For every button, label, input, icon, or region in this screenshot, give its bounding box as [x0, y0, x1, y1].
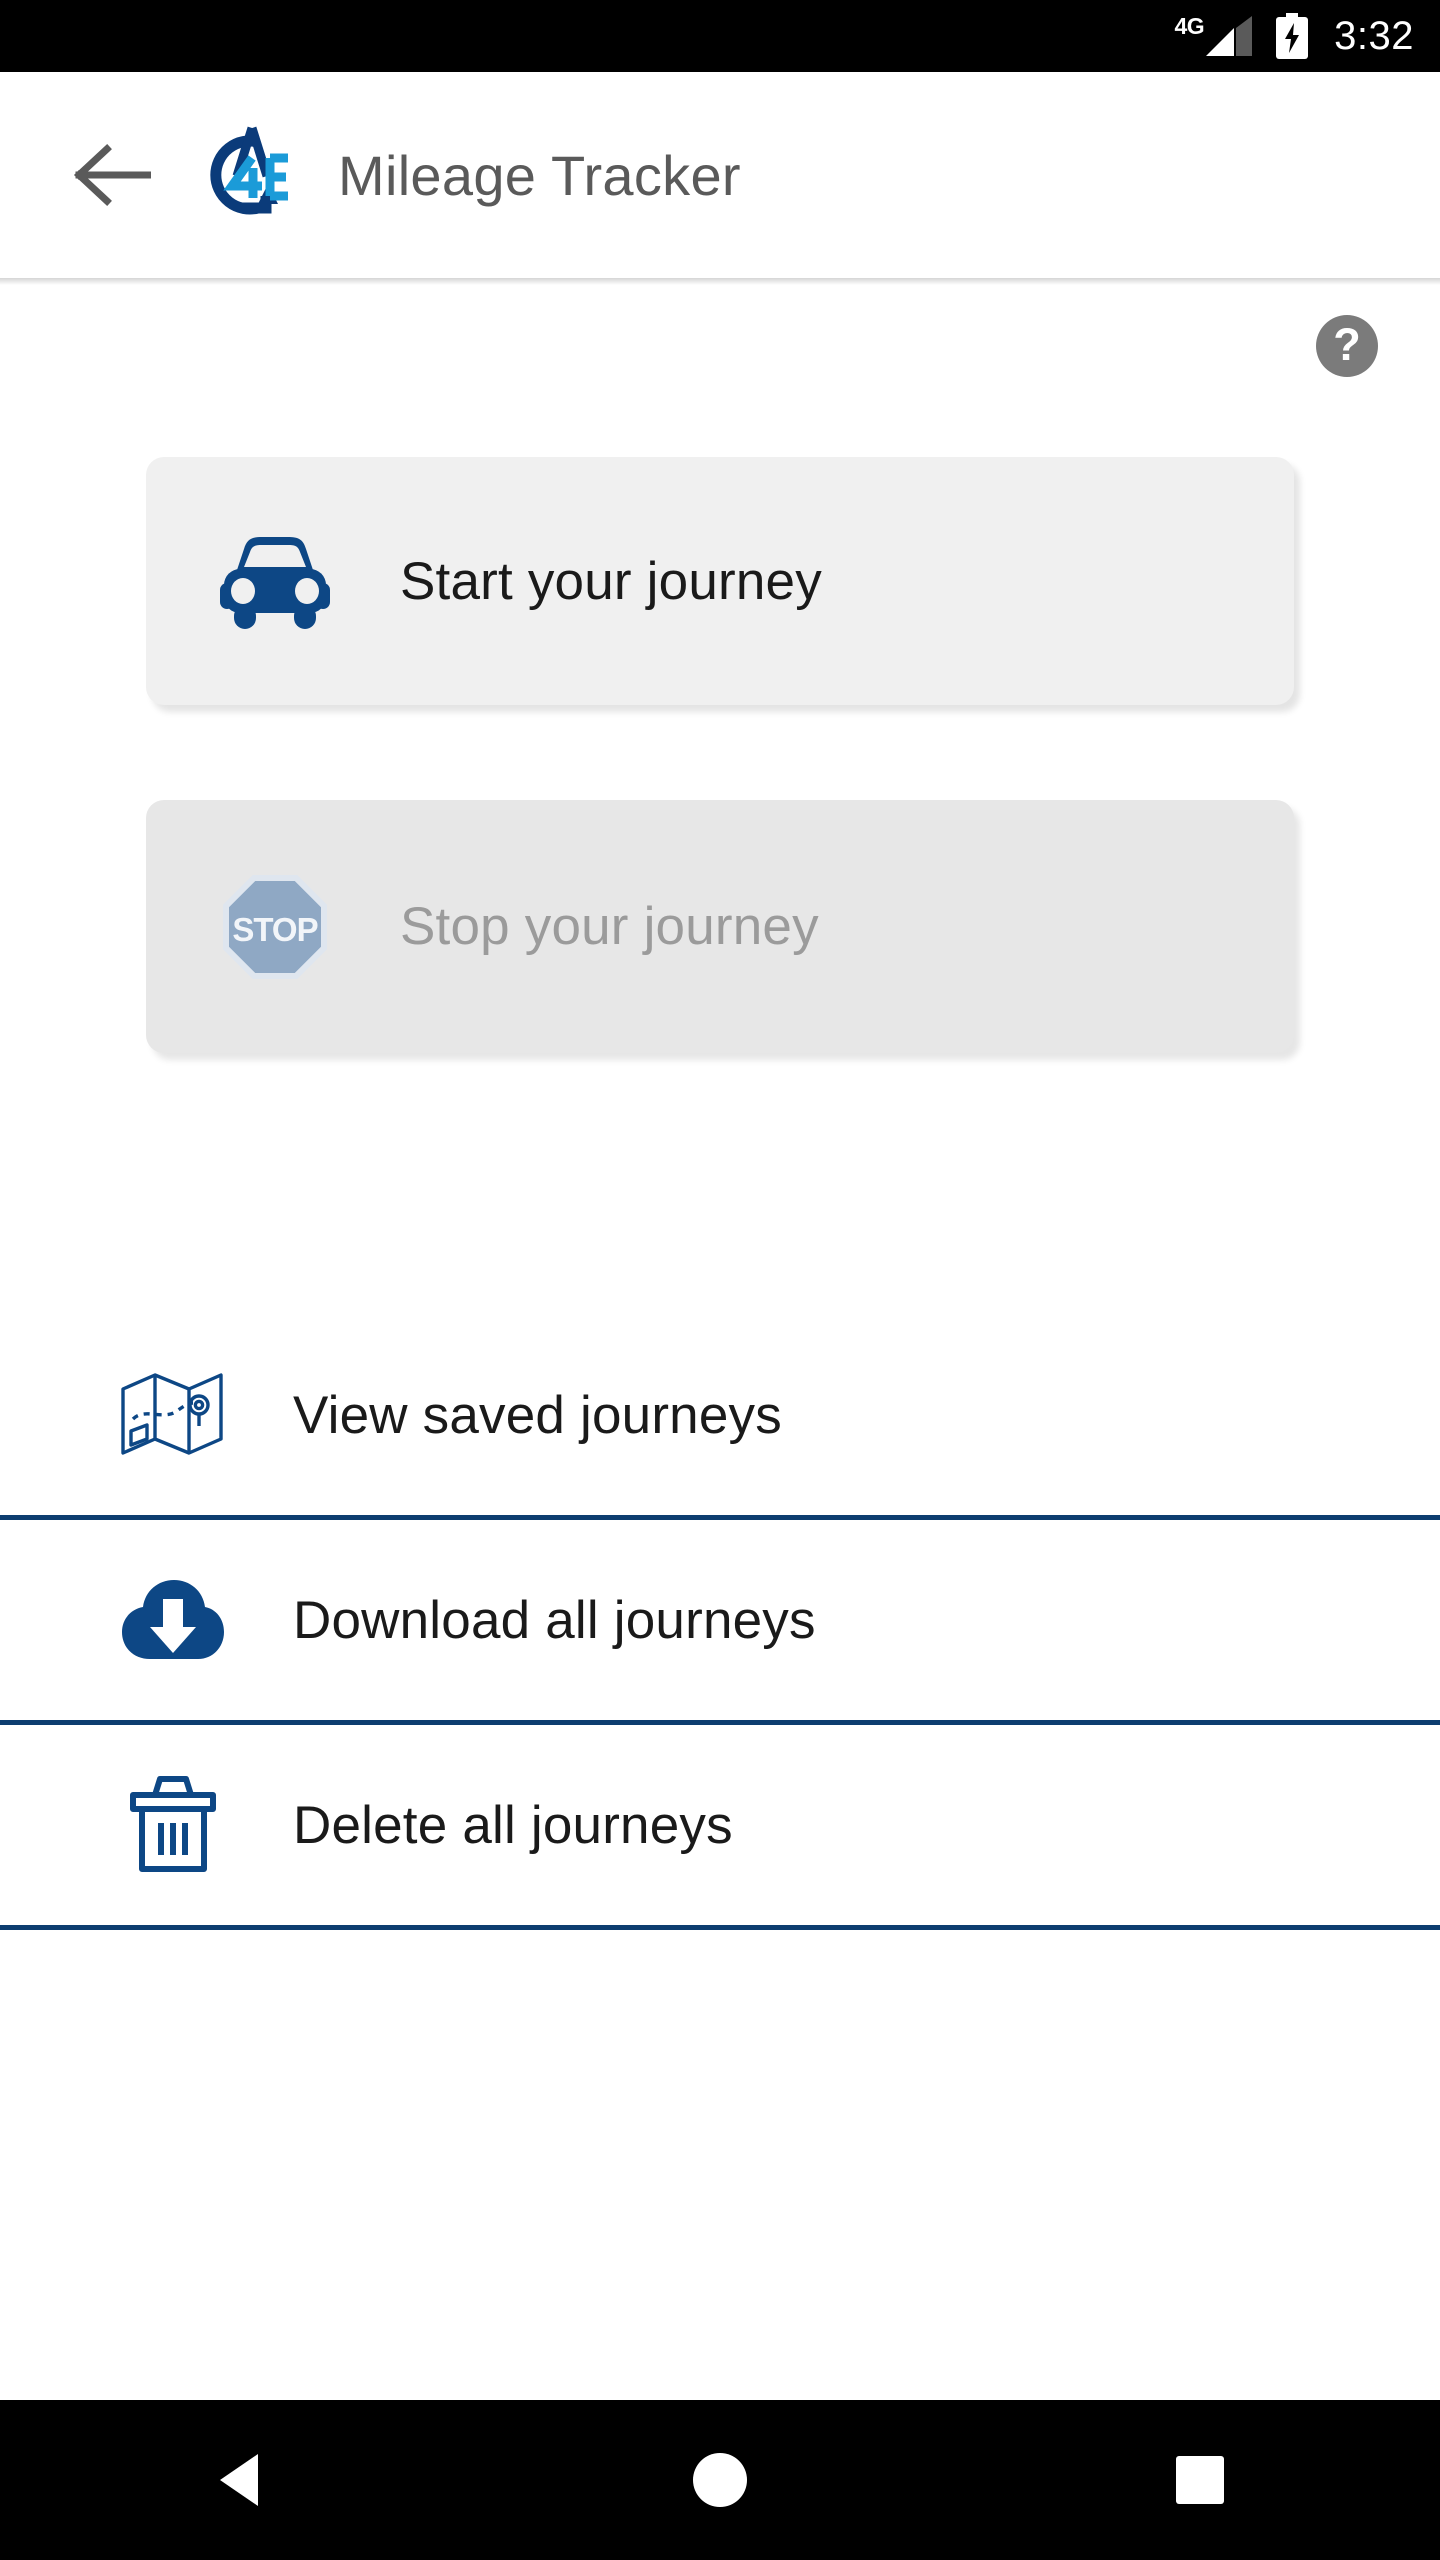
battery-charging-icon [1276, 13, 1309, 59]
nav-back-icon [220, 2454, 258, 2506]
svg-text:STOP: STOP [232, 911, 317, 948]
help-circle-icon: ? [1333, 319, 1361, 370]
back-arrow-icon [74, 144, 151, 206]
map-icon [118, 1369, 228, 1461]
nav-back-button[interactable] [0, 2400, 480, 2560]
nav-recents-icon [1176, 2456, 1224, 2504]
signal-bars-icon [1206, 16, 1253, 56]
stop-journey-label: Stop your journey [400, 897, 819, 956]
list-item-label: View saved journeys [293, 1385, 782, 1445]
status-bar: 4G 3:32 [0, 0, 1440, 72]
start-journey-card[interactable]: Start your journey [146, 457, 1294, 705]
cloud-download-icon [118, 1577, 228, 1663]
list-item-delete-all-journeys[interactable]: Delete all journeys [0, 1725, 1440, 1925]
stop-sign-icon: STOP [210, 874, 340, 979]
clock-label: 3:32 [1334, 14, 1414, 58]
nav-home-button[interactable] [480, 2400, 960, 2560]
a4e-logo-icon [196, 121, 292, 229]
phone-screen: 4G 3:32 Mileage Tracker ? Start your jou… [0, 0, 1440, 2560]
app-bar: Mileage Tracker [0, 72, 1440, 285]
menu-list: View saved journeys Download all journey… [0, 1315, 1440, 1930]
main-content: ? Start your journey STOP Stop your jour… [0, 285, 1440, 2358]
nav-home-icon [693, 2453, 747, 2507]
android-nav-bar [0, 2400, 1440, 2560]
network-type-label: 4G [1174, 13, 1205, 39]
list-item-label: Delete all journeys [293, 1795, 733, 1855]
stop-journey-card[interactable]: STOP Stop your journey [146, 800, 1294, 1053]
nav-recents-button[interactable] [960, 2400, 1440, 2560]
help-button[interactable]: ? [1316, 315, 1378, 377]
car-icon [210, 533, 340, 629]
page-title: Mileage Tracker [338, 143, 741, 207]
list-item-label: Download all journeys [293, 1590, 816, 1650]
back-button[interactable] [58, 121, 166, 229]
list-item-download-all-journeys[interactable]: Download all journeys [0, 1520, 1440, 1720]
trash-icon [118, 1773, 228, 1877]
divider [0, 1925, 1440, 1930]
start-journey-label: Start your journey [400, 551, 822, 611]
list-item-view-saved-journeys[interactable]: View saved journeys [0, 1315, 1440, 1515]
